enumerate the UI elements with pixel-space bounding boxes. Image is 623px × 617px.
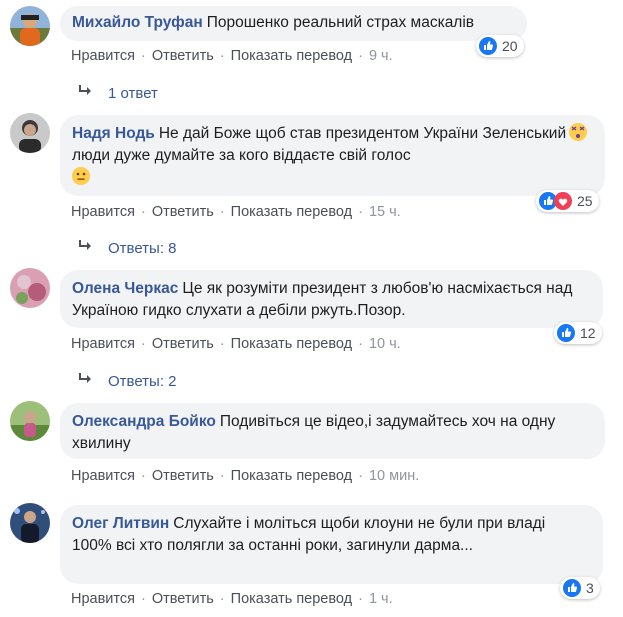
reply-arrow-icon	[78, 372, 96, 391]
reaction-summary[interactable]: 3	[560, 577, 600, 599]
reaction-count: 20	[502, 38, 518, 54]
avatar[interactable]	[10, 113, 50, 153]
translate-link[interactable]: Показать перевод	[231, 591, 352, 607]
avatar[interactable]	[10, 401, 50, 441]
comment-bubble: Олена Черкас Це як розуміти президент з л…	[60, 270, 603, 328]
like-reaction-icon	[563, 579, 581, 597]
translate-link[interactable]: Показать перевод	[231, 468, 352, 484]
like-link[interactable]: Нравится	[71, 336, 135, 352]
avatar[interactable]	[10, 6, 50, 46]
reply-link[interactable]: Ответить	[152, 48, 214, 64]
replies-link[interactable]: Ответы: 2	[78, 372, 177, 391]
avatar[interactable]	[10, 268, 50, 308]
timestamp[interactable]: 10 ч.	[369, 336, 401, 352]
like-link[interactable]: Нравится	[71, 48, 135, 64]
comment-bubble: Олександра Бойко Подивіться це відео,і за…	[60, 403, 605, 459]
reaction-count: 12	[580, 325, 596, 341]
comment-author[interactable]: Олександра Бойко	[72, 413, 216, 430]
like-link[interactable]: Нравится	[71, 591, 135, 607]
dizzy-face-emoji-icon	[569, 123, 588, 141]
reply-link[interactable]: Ответить	[152, 336, 214, 352]
like-reaction-icon	[557, 324, 575, 342]
comment-actions: Нравится · Ответить · Показать перевод · 10 ми…	[71, 468, 420, 484]
comment-text-line2: 100% всі хто полягли за останні роки, за…	[72, 537, 473, 554]
timestamp[interactable]: 10 мин.	[369, 468, 419, 484]
replies-link[interactable]: Ответы: 8	[78, 239, 177, 258]
comment-actions: Нравится · Ответить · Показать перевод · 15 ч.	[71, 204, 401, 220]
reaction-count: 3	[586, 580, 594, 596]
comment-text: Не дай Боже щоб став президентом України…	[158, 125, 567, 142]
translate-link[interactable]: Показать перевод	[231, 336, 352, 352]
comment-text: Порошенко реальний страх маскалів	[206, 14, 475, 31]
comment-actions: Нравится · Ответить · Показать перевод · 9 ч.	[71, 48, 393, 64]
love-reaction-icon	[554, 192, 572, 210]
comment-actions: Нравится · Ответить · Показать перевод · 10 ч.	[71, 336, 401, 352]
reply-arrow-icon	[78, 239, 96, 258]
replies-label[interactable]: Ответы: 2	[108, 373, 177, 390]
comment-bubble: Надя Нодь Не дай Боже щоб став президенто…	[60, 115, 605, 196]
timestamp[interactable]: 15 ч.	[369, 204, 401, 220]
reply-arrow-icon	[78, 84, 96, 103]
reaction-summary[interactable]: 20	[476, 35, 524, 57]
avatar[interactable]	[10, 503, 50, 543]
neutral-face-emoji-icon	[72, 167, 90, 185]
replies-link[interactable]: 1 ответ	[78, 84, 158, 103]
timestamp[interactable]: 1 ч.	[369, 591, 393, 607]
comment-author[interactable]: Олена Черкас	[72, 280, 178, 297]
reply-link[interactable]: Ответить	[152, 591, 214, 607]
translate-link[interactable]: Показать перевод	[231, 204, 352, 220]
translate-link[interactable]: Показать перевод	[231, 48, 352, 64]
comment-author[interactable]: Михайло Труфан	[72, 14, 203, 31]
reaction-count: 25	[577, 193, 593, 209]
comment-author[interactable]: Надя Нодь	[72, 125, 155, 142]
comment-actions: Нравится · Ответить · Показать перевод · 1 ч.	[71, 591, 393, 607]
comment-text: Слухайте і моліться щоби клоуни не були …	[173, 515, 546, 532]
timestamp[interactable]: 9 ч.	[369, 48, 393, 64]
replies-label[interactable]: 1 ответ	[108, 85, 158, 102]
like-reaction-icon	[479, 37, 497, 55]
comment-bubble: Михайло Труфан Порошенко реальний страх м…	[60, 6, 527, 41]
reply-link[interactable]: Ответить	[152, 468, 214, 484]
like-link[interactable]: Нравится	[71, 468, 135, 484]
comment-bubble: Олег Литвин Слухайте і моліться щоби клоу…	[60, 505, 603, 584]
comment-author[interactable]: Олег Литвин	[72, 515, 169, 532]
reaction-summary[interactable]: 25	[536, 190, 599, 212]
reply-link[interactable]: Ответить	[152, 204, 214, 220]
comment-text-continued: люди дуже думайте за кого віддаєте свій …	[72, 147, 411, 164]
like-link[interactable]: Нравится	[71, 204, 135, 220]
reaction-summary[interactable]: 12	[554, 322, 602, 344]
replies-label[interactable]: Ответы: 8	[108, 240, 177, 257]
